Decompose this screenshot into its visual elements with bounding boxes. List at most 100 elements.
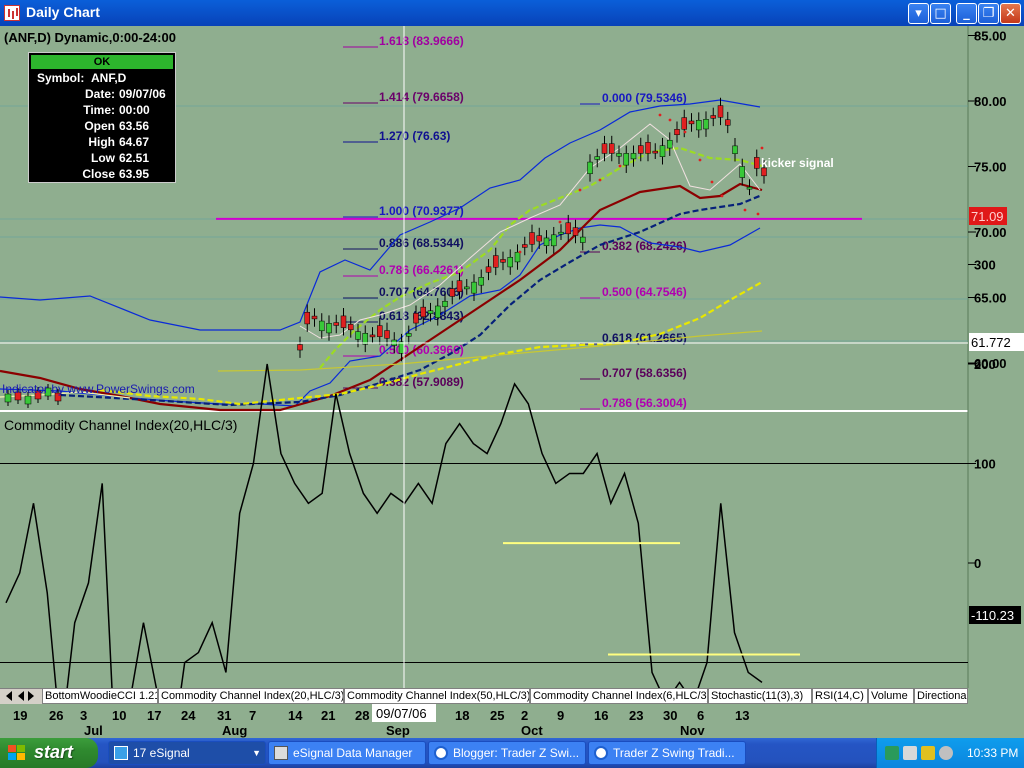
tab-rsi[interactable]: RSI(14,C) xyxy=(812,689,868,704)
study-tabs: BottomWoodieCCI 1.21 Commodity Channel I… xyxy=(0,688,968,705)
fib-left-label: 1.414 (79.6658) xyxy=(379,90,464,104)
tab-stochastic[interactable]: Stochastic(11(3),3) xyxy=(708,689,812,704)
data-row-open: Open 63.56 xyxy=(84,119,150,133)
task-data-manager[interactable]: eSignal Data Manager xyxy=(268,741,426,765)
fib-left-label: 0.886 (68.5344) xyxy=(379,236,464,250)
kicker-signal-annotation: kicker signal xyxy=(761,156,834,170)
price-tick-label: 65.00 xyxy=(974,291,1007,306)
task-esignal[interactable]: 17 eSignal ▼ xyxy=(108,741,266,765)
candle-down xyxy=(384,330,390,339)
candle-up xyxy=(623,153,629,166)
data-row-symbol: Symbol: ANF,D xyxy=(37,71,127,85)
cci-panel[interactable] xyxy=(0,413,968,688)
tab-directional[interactable]: Directiona xyxy=(914,689,968,704)
data-row-time: Time: 00:00 xyxy=(83,103,150,117)
tab-cci-6[interactable]: Commodity Channel Index(6,HLC/3) xyxy=(530,689,708,704)
axis-corner xyxy=(968,688,1024,728)
tab-scroll-prev-icon[interactable] xyxy=(18,691,24,701)
windows-logo-icon xyxy=(8,745,25,760)
sar-dot xyxy=(710,180,714,184)
candle-down xyxy=(413,313,419,324)
sar-dot xyxy=(756,212,760,216)
candle-up xyxy=(594,156,600,160)
task-trader-z[interactable]: Trader Z Swing Tradi... xyxy=(588,741,746,765)
price-tick-label: 75.00 xyxy=(974,160,1007,175)
chart-app-icon[interactable] xyxy=(4,5,20,21)
data-manager-icon xyxy=(274,746,288,760)
candle-down xyxy=(449,288,455,297)
date-day-label: 9 xyxy=(557,708,564,723)
tab-cci-50[interactable]: Commodity Channel Index(50,HLC/3) xyxy=(344,689,530,704)
candle-down xyxy=(638,145,644,154)
date-day-label: 13 xyxy=(735,708,749,723)
start-button[interactable]: start xyxy=(0,738,98,768)
price-tick-label: 85.00 xyxy=(974,29,1007,44)
data-window[interactable]: OK Symbol: ANF,D Date: 09/07/06 Time: 00:00… xyxy=(28,52,176,183)
data-row-close: Close 63.95 xyxy=(82,167,150,181)
date-day-label: 18 xyxy=(455,708,469,723)
tab-bottomwoodie-cci[interactable]: BottomWoodieCCI 1.21 xyxy=(42,689,158,704)
candle-up xyxy=(319,320,325,332)
cci-title: Commodity Channel Index(20,HLC/3) xyxy=(4,417,237,433)
candle-down xyxy=(572,227,579,236)
sar-dot xyxy=(518,250,522,254)
candle-up xyxy=(427,310,434,314)
candle-down xyxy=(456,280,463,292)
candle-down xyxy=(565,222,571,235)
sar-dot xyxy=(598,178,602,182)
data-row-date: Date: 09/07/06 xyxy=(84,87,166,101)
tab-volume[interactable]: Volume xyxy=(868,689,914,704)
date-day-label: 10 xyxy=(112,708,126,723)
candle-down xyxy=(652,150,658,154)
candle-up xyxy=(739,166,745,178)
tab-scroll-left-icon[interactable] xyxy=(6,691,12,701)
tab-scroll xyxy=(0,689,42,705)
tab-scroll-next-icon[interactable] xyxy=(28,691,34,701)
sar-dot xyxy=(538,238,542,242)
tab-cci-20[interactable]: Commodity Channel Index(20,HLC/3) xyxy=(158,689,344,704)
task-blogger[interactable]: Blogger: Trader Z Swi... xyxy=(428,741,586,765)
minimize-button[interactable]: _ xyxy=(956,3,977,24)
tray-app-icon[interactable] xyxy=(903,746,917,760)
candle-down xyxy=(725,119,731,126)
candle-up xyxy=(514,251,521,263)
candle-down xyxy=(609,143,615,154)
candle-down xyxy=(369,334,376,338)
security-icon[interactable] xyxy=(921,746,935,760)
title-bar: Daily Chart ▾ □ _ ❐ ✕ xyxy=(0,0,1024,26)
cci-tick-label: 100 xyxy=(974,457,996,472)
candle-down xyxy=(601,143,608,154)
candle-down xyxy=(297,344,303,351)
cursor-date-value: 09/07/06 xyxy=(376,706,427,721)
candle-up xyxy=(703,119,709,130)
date-day-label: 19 xyxy=(13,708,27,723)
fib-left-label: 1.618 (83.9666) xyxy=(379,34,464,48)
date-day-label: 23 xyxy=(629,708,643,723)
candle-down xyxy=(674,129,680,136)
candle-down xyxy=(529,232,535,245)
date-day-label: 30 xyxy=(663,708,677,723)
candle-down xyxy=(717,105,724,118)
symbol-header: (ANF,D) Dynamic,0:00-24:00 xyxy=(4,30,176,45)
candle-down xyxy=(688,120,695,125)
fib-right-label: 0.500 (64.7546) xyxy=(602,285,687,299)
candle-up xyxy=(551,234,557,247)
network-icon[interactable] xyxy=(885,746,899,760)
restore-chart-button[interactable]: ▾ xyxy=(908,3,929,24)
restore-button[interactable]: ❐ xyxy=(978,3,999,24)
indicator-credit: Indicator by www.PowerSwings.com xyxy=(2,382,195,396)
data-window-ok[interactable]: OK xyxy=(31,55,173,69)
volume-icon[interactable] xyxy=(939,746,953,760)
clock[interactable]: 10:33 PM xyxy=(967,746,1018,760)
cci-tick-label: 0 xyxy=(974,556,981,571)
candle-down xyxy=(420,306,426,318)
maximize-chart-button[interactable]: □ xyxy=(930,3,951,24)
cci-last-value: -110.23 xyxy=(971,608,1014,623)
candle-up xyxy=(406,333,412,337)
candle-up xyxy=(659,145,666,157)
date-day-label: 2 xyxy=(521,708,528,723)
sar-dot xyxy=(760,146,764,150)
candle-down xyxy=(377,325,383,337)
close-button[interactable]: ✕ xyxy=(1000,3,1021,24)
fib-left-label: 1.000 (70.9377) xyxy=(379,204,464,218)
